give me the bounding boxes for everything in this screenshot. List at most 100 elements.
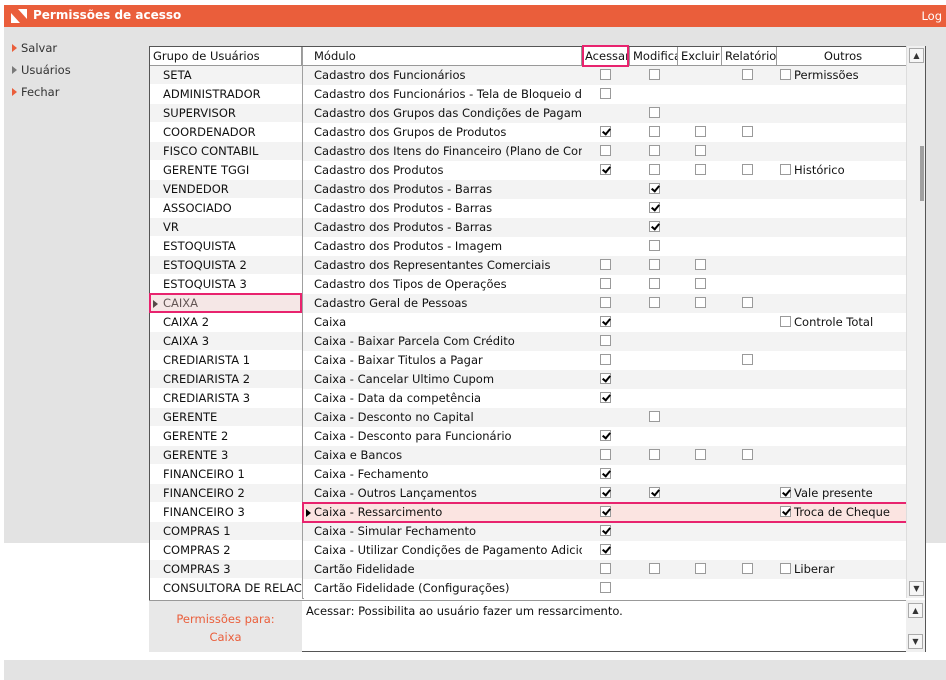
module-row[interactable]: Cadastro dos Funcionários - Tela de Bloq… [303, 85, 907, 104]
acessar-checkbox[interactable] [600, 392, 611, 403]
group-row[interactable]: CREDIARISTA 1 [150, 351, 302, 370]
excluir-checkbox[interactable] [695, 278, 706, 289]
modificar-checkbox[interactable] [649, 411, 660, 422]
module-row[interactable]: Cadastro dos Funcionários Permissões [303, 66, 907, 85]
group-row[interactable]: FINANCEIRO 3 [150, 503, 302, 522]
relatorios-column-header[interactable]: Relatórios [722, 47, 777, 66]
relatorios-checkbox[interactable] [742, 69, 753, 80]
salvar-button[interactable]: Salvar [12, 40, 57, 56]
excluir-checkbox[interactable] [695, 145, 706, 156]
outros-checkbox[interactable] [780, 487, 791, 498]
group-row[interactable]: CAIXA 3 [150, 332, 302, 351]
group-row[interactable]: ESTOQUISTA 3 [150, 275, 302, 294]
module-row[interactable]: Caixa - Desconto no Capital [303, 408, 907, 427]
modificar-checkbox[interactable] [649, 487, 660, 498]
module-row[interactable]: Cartão Fidelidade (Configurações) [303, 579, 907, 598]
acessar-checkbox[interactable] [600, 297, 611, 308]
scrollbar-thumb[interactable] [920, 146, 924, 201]
modificar-checkbox[interactable] [649, 563, 660, 574]
module-row[interactable]: Cadastro dos Produtos - Barras [303, 199, 907, 218]
description-textbox[interactable]: Acessar: Possibilita ao usuário fazer um… [302, 600, 906, 652]
excluir-checkbox[interactable] [695, 297, 706, 308]
modificar-checkbox[interactable] [649, 278, 660, 289]
group-row[interactable]: FISCO CONTABIL [150, 142, 302, 161]
module-row[interactable]: Caixa - Fechamento [303, 465, 907, 484]
acessar-checkbox[interactable] [600, 468, 611, 479]
module-row[interactable]: Cadastro dos Representantes Comerciais [303, 256, 907, 275]
acessar-checkbox[interactable] [600, 126, 611, 137]
logout-link[interactable]: Log [921, 9, 942, 23]
relatorios-checkbox[interactable] [742, 126, 753, 137]
group-row[interactable]: GERENTE TGGI [150, 161, 302, 180]
module-row[interactable]: Caixa - Baixar Parcela Com Crédito [303, 332, 907, 351]
module-row[interactable]: Caixa - Data da competência [303, 389, 907, 408]
acessar-checkbox[interactable] [600, 449, 611, 460]
modificar-column-header[interactable]: Modifica [630, 47, 678, 66]
group-row[interactable]: CREDIARISTA 2 [150, 370, 302, 389]
module-row[interactable]: Cadastro dos Itens do Financeiro (Plano … [303, 142, 907, 161]
module-row[interactable]: Cadastro dos Produtos - Imagem [303, 237, 907, 256]
module-row[interactable]: Caixa - Cancelar Ultimo Cupom [303, 370, 907, 389]
group-row[interactable]: COORDENADOR [150, 123, 302, 142]
group-column-header[interactable]: Grupo de Usuários [150, 47, 302, 66]
modificar-checkbox[interactable] [649, 297, 660, 308]
module-row[interactable]: Caixa e Bancos [303, 446, 907, 465]
module-row[interactable]: Cadastro dos Grupos de Produtos [303, 123, 907, 142]
group-row[interactable]: SETA [150, 66, 302, 85]
group-row[interactable]: CAIXA 2 [150, 313, 302, 332]
scroll-down-icon[interactable]: ▼ [909, 581, 924, 596]
group-row[interactable]: ADMINISTRADOR [150, 85, 302, 104]
group-row[interactable]: VENDEDOR [150, 180, 302, 199]
group-row[interactable]: COMPRAS 3 [150, 560, 302, 579]
module-row[interactable]: Cadastro dos Grupos das Condições de Pag… [303, 104, 907, 123]
module-row[interactable]: Caixa Controle Total [303, 313, 907, 332]
modificar-checkbox[interactable] [649, 183, 660, 194]
group-row[interactable]: VR [150, 218, 302, 237]
acessar-checkbox[interactable] [600, 373, 611, 384]
module-row[interactable]: Cartão Fidelidade Liberar [303, 560, 907, 579]
excluir-checkbox[interactable] [695, 259, 706, 270]
acessar-checkbox[interactable] [600, 563, 611, 574]
modificar-checkbox[interactable] [649, 164, 660, 175]
acessar-checkbox[interactable] [600, 487, 611, 498]
modificar-checkbox[interactable] [649, 240, 660, 251]
description-scrollbar[interactable]: ▲ ▼ [906, 600, 925, 652]
modificar-checkbox[interactable] [649, 449, 660, 460]
group-row[interactable]: ESTOQUISTA [150, 237, 302, 256]
group-row[interactable]: COMPRAS 1 [150, 522, 302, 541]
excluir-checkbox[interactable] [695, 449, 706, 460]
group-row[interactable]: FINANCEIRO 2 [150, 484, 302, 503]
scroll-up-icon[interactable]: ▲ [909, 48, 924, 63]
outros-checkbox[interactable] [780, 69, 791, 80]
acessar-checkbox[interactable] [600, 278, 611, 289]
group-row[interactable]: CONSULTORA DE RELACIO [150, 579, 302, 598]
module-row[interactable]: Caixa - Desconto para Funcionário [303, 427, 907, 446]
acessar-checkbox[interactable] [600, 354, 611, 365]
excluir-column-header[interactable]: Excluir [678, 47, 722, 66]
acessar-checkbox[interactable] [600, 164, 611, 175]
module-row[interactable]: Cadastro dos Tipos de Operações [303, 275, 907, 294]
outros-column-header[interactable]: Outros [777, 47, 907, 66]
outros-checkbox[interactable] [780, 563, 791, 574]
group-row[interactable]: ESTOQUISTA 2 [150, 256, 302, 275]
modificar-checkbox[interactable] [649, 107, 660, 118]
scroll-down-icon[interactable]: ▼ [908, 634, 923, 649]
modificar-checkbox[interactable] [649, 126, 660, 137]
group-row[interactable]: SUPERVISOR [150, 104, 302, 123]
outros-checkbox[interactable] [780, 316, 791, 327]
scroll-up-icon[interactable]: ▲ [908, 603, 923, 618]
module-row[interactable]: Cadastro Geral de Pessoas [303, 294, 907, 313]
group-row[interactable]: FINANCEIRO 1 [150, 465, 302, 484]
acessar-checkbox[interactable] [600, 335, 611, 346]
group-row[interactable]: GERENTE [150, 408, 302, 427]
module-row[interactable]: Caixa - Outros Lançamentos Vale presente [303, 484, 907, 503]
fechar-button[interactable]: Fechar [12, 84, 59, 100]
acessar-checkbox[interactable] [600, 544, 611, 555]
grid-scrollbar[interactable]: ▲ ▼ [906, 46, 925, 598]
acessar-checkbox[interactable] [600, 145, 611, 156]
excluir-checkbox[interactable] [695, 126, 706, 137]
module-row[interactable]: Caixa - Simular Fechamento [303, 522, 907, 541]
acessar-checkbox[interactable] [600, 525, 611, 536]
excluir-checkbox[interactable] [695, 563, 706, 574]
group-row[interactable]: CREDIARISTA 3 [150, 389, 302, 408]
